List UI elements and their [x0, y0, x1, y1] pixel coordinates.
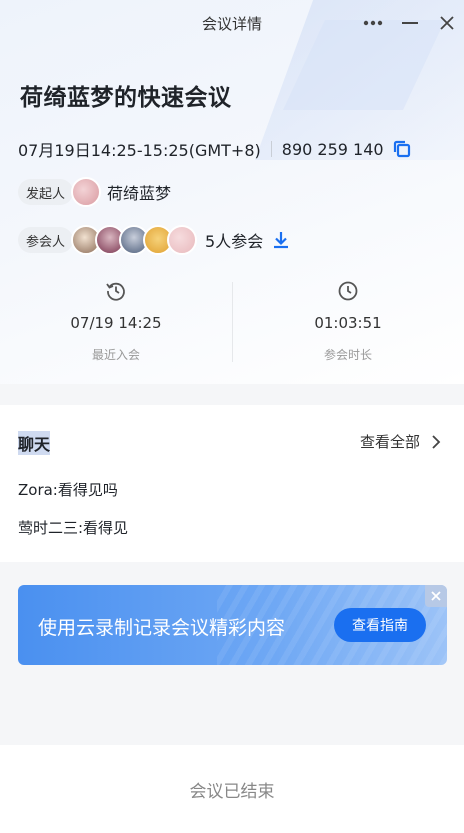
divider	[270, 141, 272, 157]
banner-close-button[interactable]	[425, 585, 447, 607]
chat-message: 莺时二三:看得见	[18, 519, 129, 537]
footer: 会议已结束	[0, 745, 464, 833]
minimize-icon	[402, 22, 418, 24]
minimize-button[interactable]	[397, 10, 423, 36]
chevron-right-icon	[432, 434, 441, 449]
participants-row: 参会人 5人参会	[18, 225, 291, 255]
download-icon[interactable]	[271, 230, 291, 250]
duration-stat: 01:03:51 参会时长	[232, 276, 464, 366]
chat-title: 聊天	[18, 431, 51, 455]
more-icon	[363, 20, 383, 26]
more-options-button[interactable]	[360, 10, 386, 36]
title-bar: 会议详情	[0, 0, 464, 46]
last-join-stat: 07/19 14:25 最近入会	[0, 276, 232, 366]
divider	[232, 282, 233, 362]
meeting-ended-status: 会议已结束	[189, 781, 275, 802]
chat-section: 聊天 查看全部 Zora:看得见吗 莺时二三:看得见	[0, 405, 464, 562]
participants-tag: 参会人	[18, 227, 74, 253]
meeting-id[interactable]: 890 259 140	[282, 140, 384, 159]
avatar[interactable]	[167, 225, 198, 255]
view-guide-button[interactable]: 查看指南	[334, 608, 426, 642]
banner-text: 使用云录制记录会议精彩内容	[38, 617, 286, 639]
meeting-stats: 07/19 14:25 最近入会 01:03:51 参会时长	[0, 276, 464, 366]
meeting-title: 荷绮蓝梦的快速会议	[20, 85, 232, 111]
meeting-time: 07月19日14:25-15:25(GMT+8)	[18, 141, 261, 160]
meeting-time-row: 07月19日14:25-15:25(GMT+8) 890 259 140	[18, 138, 412, 160]
duration-value: 01:03:51	[314, 314, 382, 332]
window-title: 会议详情	[201, 15, 262, 33]
last-join-label: 最近入会	[91, 348, 140, 362]
host-avatar[interactable]	[71, 177, 102, 207]
cloud-recording-banner[interactable]: 使用云录制记录会议精彩内容 查看指南	[18, 585, 447, 665]
view-all-label: 查看全部	[359, 433, 420, 451]
host-name: 荷绮蓝梦	[107, 184, 172, 203]
close-window-button[interactable]	[434, 10, 460, 36]
duration-label: 参会时长	[323, 348, 372, 362]
chat-message: Zora:看得见吗	[18, 481, 118, 499]
last-join-value: 07/19 14:25	[70, 314, 162, 332]
meeting-header-panel: 会议详情 荷绮蓝梦的快速会议 07月19日14:25-15:25(GMT+8) …	[0, 0, 464, 384]
history-icon	[106, 282, 125, 301]
host-row: 发起人 荷绮蓝梦	[18, 177, 171, 207]
participants-count: 5人参会	[205, 232, 264, 251]
host-tag: 发起人	[18, 179, 74, 205]
clock-icon	[338, 281, 358, 301]
copy-icon[interactable]	[392, 139, 412, 159]
view-all-chat-button[interactable]: 查看全部	[360, 431, 442, 452]
close-icon	[440, 16, 454, 30]
participant-avatars[interactable]	[71, 225, 198, 255]
close-icon	[431, 591, 441, 601]
